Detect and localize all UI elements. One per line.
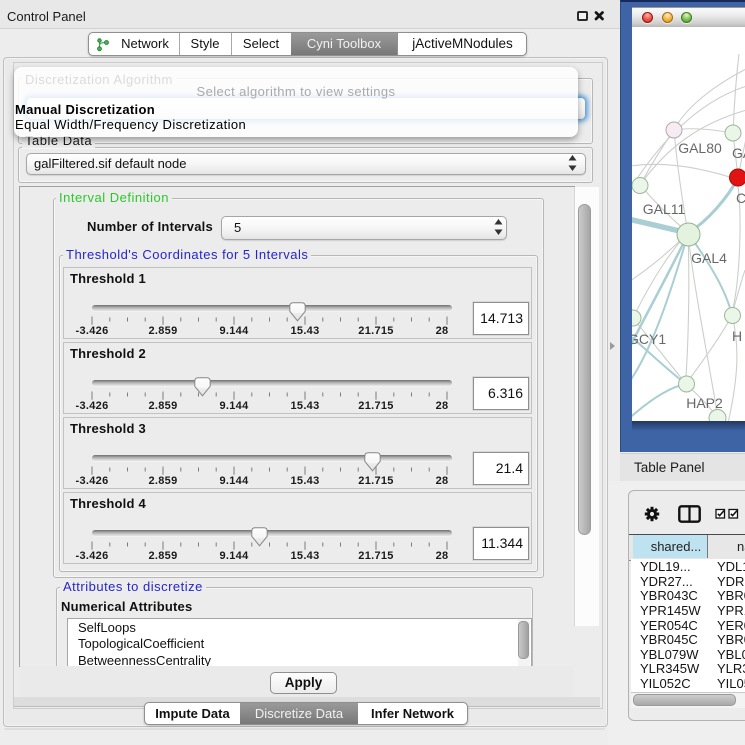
svg-text:C: C [736,190,745,206]
svg-text:HAP2: HAP2 [686,395,723,411]
svg-text:GAL: GAL [732,145,745,161]
svg-text:H: H [732,328,742,344]
svg-text:GAL80: GAL80 [678,140,722,156]
svg-text:GAL4: GAL4 [691,250,727,266]
svg-text:GAL11: GAL11 [643,201,686,217]
svg-text:GCY1: GCY1 [632,331,666,347]
